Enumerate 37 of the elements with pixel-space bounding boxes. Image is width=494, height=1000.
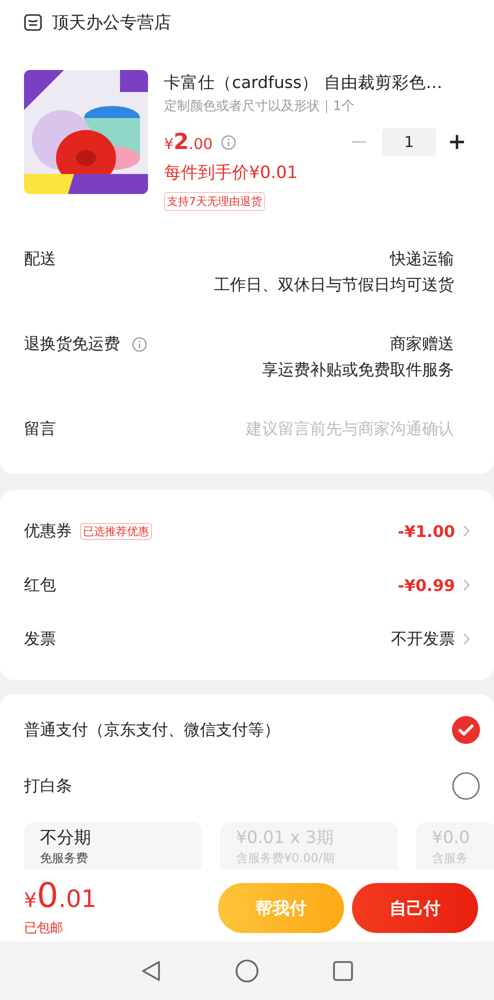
row-label: 退换货免运费 — [24, 334, 120, 355]
back-icon[interactable] — [141, 960, 161, 982]
final-price: 每件到手价¥0.01 — [164, 162, 299, 184]
row-value[interactable]: -¥0.99 — [398, 576, 455, 594]
delivery-detail: 快递运输 — [390, 249, 454, 270]
info-icon[interactable] — [132, 337, 147, 352]
coupon-tag: 已选推荐优惠 — [80, 522, 152, 540]
delivery-detail: 工作日、双休日与节假日均可送货 — [214, 275, 454, 296]
row-value[interactable]: 不开发票 — [391, 628, 455, 650]
installment-option[interactable]: 不分期 免服务费 — [24, 822, 202, 870]
payment-option[interactable]: 打白条 — [24, 776, 72, 796]
product-spec: 定制颜色或者尺寸以及形状｜1个 — [164, 98, 356, 115]
total-price: ¥0.01 — [24, 879, 97, 913]
shipping-note: 已包邮 — [24, 920, 64, 937]
radio-checked-icon[interactable] — [452, 716, 480, 744]
delivery-detail: 享运费补贴或免费取件服务 — [262, 360, 454, 381]
store-icon — [24, 14, 42, 30]
return-policy-tag: 支持7天无理由退货 — [164, 192, 265, 211]
product-title[interactable]: 卡富仕（cardfuss） 自由裁剪彩色… — [164, 72, 470, 94]
recents-icon[interactable] — [333, 960, 353, 980]
info-icon[interactable] — [220, 134, 236, 150]
payment-option[interactable]: 普通支付（京东支付、微信支付等） — [24, 720, 280, 740]
delivery-detail: 商家赠送 — [390, 334, 454, 355]
row-label: 优惠券 — [24, 520, 72, 542]
row-label: 留言 — [24, 419, 56, 440]
message-field[interactable]: 建议留言前先与商家沟通确认 — [214, 419, 454, 438]
pay-button[interactable]: 自己付 — [352, 883, 478, 933]
home-icon[interactable] — [235, 958, 259, 982]
store-name[interactable]: 顶天办公专营店 — [52, 10, 171, 34]
row-label: 配送 — [24, 249, 56, 270]
row-value[interactable]: -¥1.00 — [398, 522, 455, 540]
quantity-field[interactable]: 1 — [382, 128, 436, 156]
product-price: ¥2.00 — [164, 130, 213, 154]
radio-icon[interactable] — [452, 772, 480, 800]
plus-icon[interactable] — [450, 135, 464, 149]
row-label: 红包 — [24, 574, 56, 596]
row-label: 发票 — [24, 628, 56, 650]
